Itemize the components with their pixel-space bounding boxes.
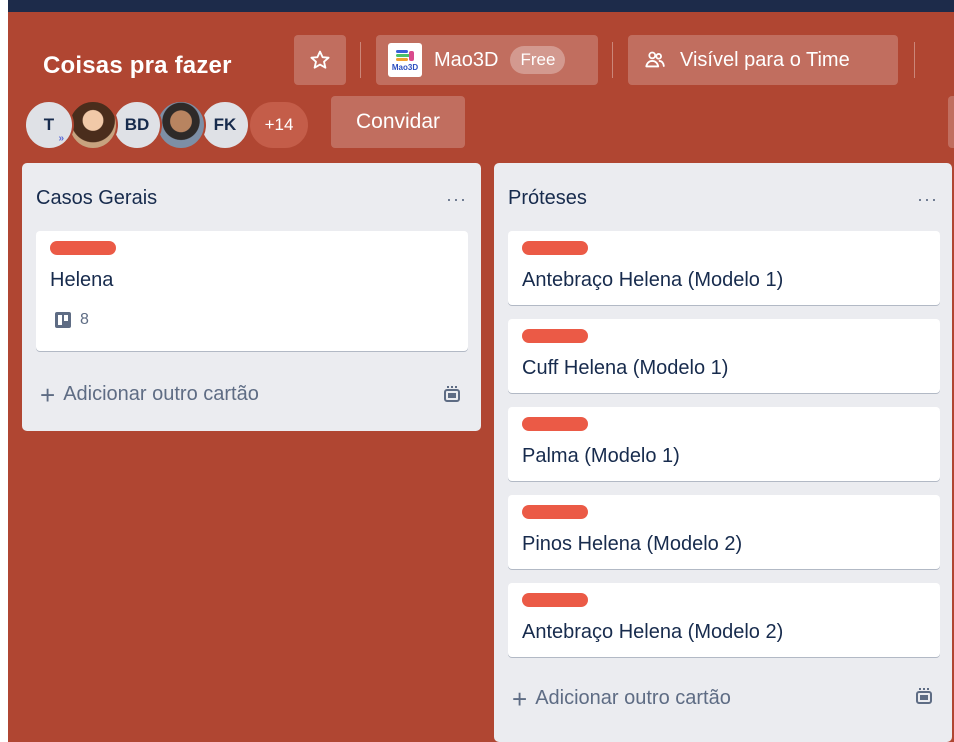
header-divider (612, 42, 613, 78)
plan-badge: Free (510, 46, 566, 74)
list-casos-gerais: Casos Gerais ··· Helena 8 + Adicionar ou… (22, 163, 481, 431)
header-divider (360, 42, 361, 78)
workspace-logo-text: Mao3D (391, 62, 419, 72)
avatar-photo[interactable] (156, 100, 206, 150)
card-template-icon[interactable] (442, 385, 462, 405)
add-card-button[interactable]: + Adicionar outro cartão (512, 683, 731, 714)
plus-icon: + (512, 683, 528, 714)
card-label-red[interactable] (522, 505, 588, 519)
add-card-label: Adicionar outro cartão (63, 383, 259, 405)
card-badge: 8 (54, 311, 89, 329)
card-title: Helena (50, 269, 114, 291)
board-canvas: Coisas pra fazer Mao3D Mao3D Free Visíve… (8, 12, 954, 742)
add-card-button[interactable]: + Adicionar outro cartão (40, 379, 259, 410)
card-title: Pinos Helena (Modelo 2) (522, 533, 743, 555)
avatar-initials: BD (124, 115, 150, 134)
avatar-initials: T (43, 115, 55, 134)
hand-icon (396, 49, 414, 61)
card-label-red[interactable] (522, 241, 588, 255)
list-menu-button[interactable]: ··· (446, 189, 467, 210)
more-members-button[interactable]: +14 (248, 100, 310, 150)
avatar-member[interactable]: T » (24, 100, 74, 150)
workspace-logo: Mao3D (388, 43, 422, 77)
card-title: Antebraço Helena (Modelo 1) (522, 269, 784, 291)
card[interactable]: Antebraço Helena (Modelo 1) (508, 231, 940, 305)
list-proteses: Próteses ··· Antebraço Helena (Modelo 1)… (494, 163, 952, 742)
board-icon (55, 312, 71, 328)
more-members-count: +14 (264, 115, 294, 134)
avatar-member[interactable]: BD (112, 100, 162, 150)
workspace-button[interactable]: Mao3D Mao3D Free (376, 35, 598, 85)
card-title: Palma (Modelo 1) (522, 445, 680, 467)
avatar-initials: FK (213, 115, 237, 134)
card-title: Cuff Helena (Modelo 1) (522, 357, 729, 379)
card[interactable]: Helena 8 (36, 231, 468, 351)
card-label-red[interactable] (522, 329, 588, 343)
card-label-red[interactable] (522, 417, 588, 431)
card-label-red[interactable] (522, 593, 588, 607)
list-menu-button[interactable]: ··· (917, 189, 938, 210)
board-title[interactable]: Coisas pra fazer (43, 52, 232, 80)
card[interactable]: Pinos Helena (Modelo 2) (508, 495, 940, 569)
card-template-icon[interactable] (914, 687, 934, 707)
visibility-label: Visível para o Time (680, 48, 850, 71)
plus-icon: + (40, 379, 56, 410)
card-label-red[interactable] (50, 241, 116, 255)
card-badge-count: 8 (80, 311, 89, 328)
header-overflow-button[interactable] (948, 96, 954, 148)
star-board-button[interactable] (294, 35, 346, 85)
workspace-name: Mao3D (434, 48, 499, 71)
avatar-photo[interactable] (68, 100, 118, 150)
avatar-member[interactable]: FK (200, 100, 250, 150)
card[interactable]: Cuff Helena (Modelo 1) (508, 319, 940, 393)
header-divider (914, 42, 915, 78)
admin-chevron-icon: » (58, 133, 64, 144)
invite-button[interactable]: Convidar (331, 96, 465, 148)
list-title[interactable]: Próteses (508, 187, 587, 210)
card[interactable]: Palma (Modelo 1) (508, 407, 940, 481)
team-visibility-icon (645, 51, 665, 68)
card-title: Antebraço Helena (Modelo 2) (522, 621, 784, 643)
star-icon (310, 50, 330, 69)
list-title[interactable]: Casos Gerais (36, 187, 157, 210)
visibility-button[interactable]: Visível para o Time (628, 35, 898, 85)
top-nav-bar (8, 0, 954, 12)
add-card-label: Adicionar outro cartão (535, 687, 731, 709)
card[interactable]: Antebraço Helena (Modelo 2) (508, 583, 940, 657)
